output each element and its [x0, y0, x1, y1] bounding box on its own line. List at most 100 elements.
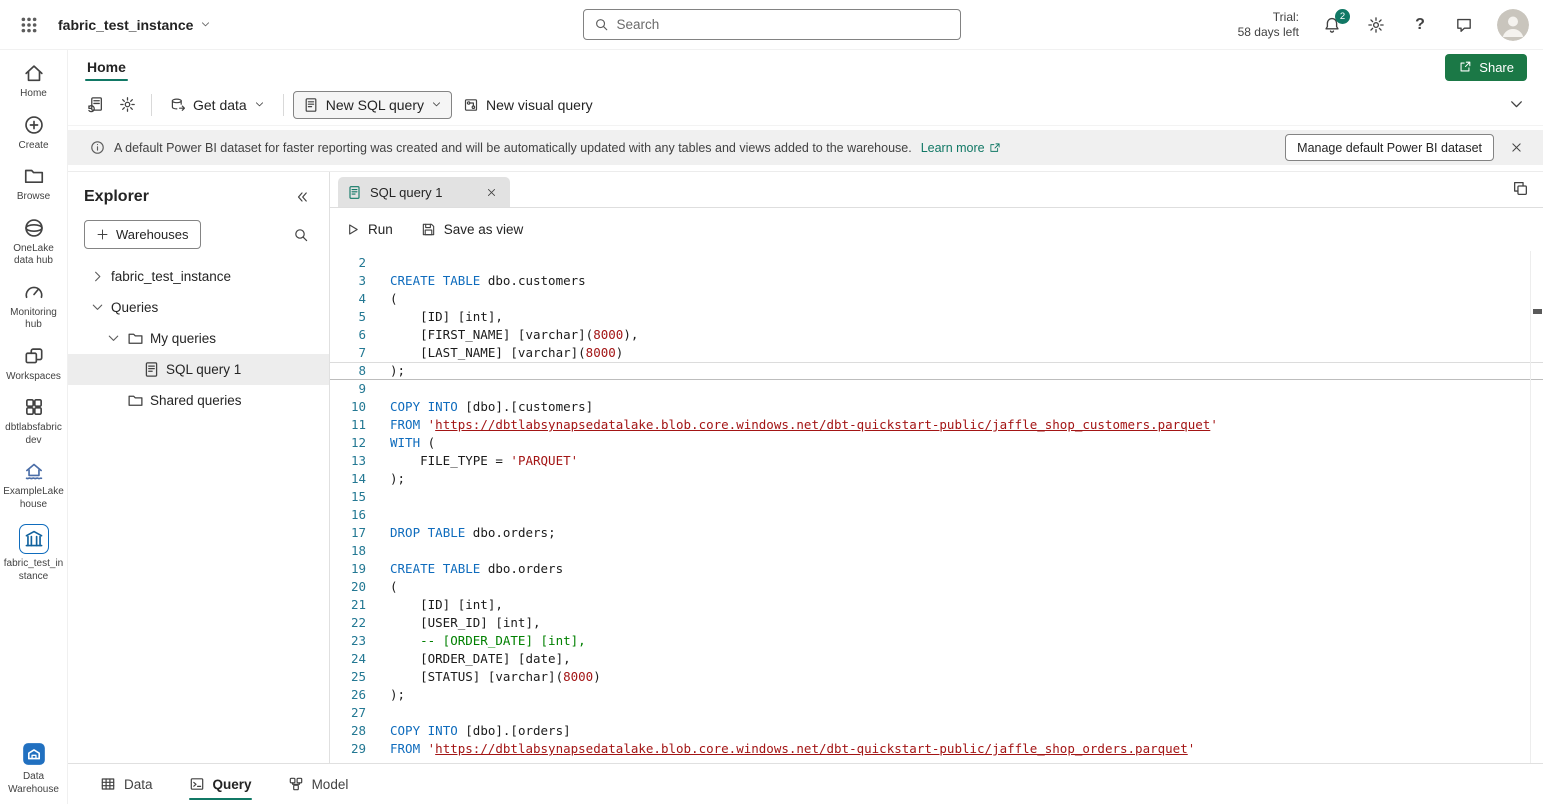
get-data-icon [170, 97, 186, 113]
folder-icon [127, 330, 144, 347]
tree-item-fabric-test-instance[interactable]: fabric_test_instance [68, 261, 329, 292]
info-icon [90, 140, 105, 155]
rail-item-workspaces[interactable]: Workspaces [1, 345, 67, 384]
lakehouse-icon [23, 460, 45, 482]
code-line-6: 6 [FIRST_NAME] [varchar](8000), [330, 326, 1543, 344]
home-icon [23, 62, 45, 84]
save-as-view-button[interactable]: Save as view [421, 222, 524, 237]
chevron-down-icon[interactable] [90, 300, 105, 315]
code-lines: 23CREATE TABLE dbo.customers4(5 [ID] [in… [330, 254, 1543, 758]
new-sql-query-button[interactable]: New SQL query [293, 91, 452, 119]
plus-icon [96, 228, 109, 241]
code-line-3: 3CREATE TABLE dbo.customers [330, 272, 1543, 290]
search-input[interactable] [617, 17, 950, 32]
new-visual-query-button[interactable]: New visual query [454, 92, 602, 118]
copy-button[interactable] [1512, 180, 1529, 200]
tree-item-shared-queries[interactable]: Shared queries [68, 385, 329, 416]
toolbar-divider [283, 94, 284, 116]
explorer-search-button[interactable] [289, 223, 313, 247]
fabric-app: fabric_test_instance Trial: 58 days left… [0, 0, 1543, 804]
run-button[interactable]: Run [345, 222, 393, 237]
chevron-down-icon [431, 99, 442, 110]
notification-badge: 2 [1335, 9, 1350, 24]
global-search [583, 9, 961, 40]
chevron-right-icon[interactable] [90, 269, 105, 284]
new-report-button[interactable] [80, 90, 110, 120]
rail-item-browse[interactable]: Browse [1, 165, 67, 204]
code-line-15: 15 [330, 488, 1543, 506]
account-avatar[interactable] [1497, 9, 1529, 41]
code-line-14: 14); [330, 470, 1543, 488]
add-warehouses-button[interactable]: Warehouses [84, 220, 201, 249]
get-data-button[interactable]: Get data [161, 92, 274, 118]
bottom-tab-model[interactable]: Model [288, 764, 349, 804]
learn-more-link[interactable]: Learn more [921, 141, 1001, 155]
ribbon-collapse-icon [1508, 96, 1525, 113]
code-line-27: 27 [330, 704, 1543, 722]
feedback-button[interactable] [1453, 14, 1475, 36]
code-line-24: 24 [ORDER_DATE] [date], [330, 650, 1543, 668]
waffle-icon [20, 16, 38, 34]
code-line-18: 18 [330, 542, 1543, 560]
gear-icon [1367, 16, 1385, 34]
code-line-17: 17DROP TABLE dbo.orders; [330, 524, 1543, 542]
explorer-tree: fabric_test_instanceQueriesMy queriesSQL… [68, 261, 329, 416]
editor-scrollbar[interactable] [1530, 251, 1543, 763]
rail-item-examplelakehouse[interactable]: ExampleLakehouse [1, 460, 67, 511]
new-visual-query-label: New visual query [486, 97, 593, 113]
settings-button[interactable] [1365, 14, 1387, 36]
run-label: Run [368, 222, 393, 237]
code-line-9: 9 [330, 380, 1543, 398]
rail-item-create[interactable]: Create [1, 114, 67, 153]
app-launcher-button[interactable] [14, 10, 44, 40]
rail-item-data-warehouse[interactable]: Data Warehouse [1, 741, 67, 796]
warehouse-settings-button[interactable] [112, 90, 142, 120]
code-line-2: 2 [330, 254, 1543, 272]
code-line-19: 19CREATE TABLE dbo.orders [330, 560, 1543, 578]
notifications-button[interactable]: 2 [1321, 14, 1343, 36]
code-line-5: 5 [ID] [int], [330, 308, 1543, 326]
trial-value: 58 days left [1238, 25, 1299, 40]
workspace-title[interactable]: fabric_test_instance [58, 17, 211, 33]
tree-item-sql-query-1[interactable]: SQL query 1 [68, 354, 329, 385]
rail-item-home[interactable]: Home [1, 62, 67, 101]
tree-item-my-queries[interactable]: My queries [68, 323, 329, 354]
code-line-10: 10COPY INTO [dbo].[customers] [330, 398, 1543, 416]
share-button[interactable]: Share [1445, 54, 1527, 81]
rail-item-dbtlabsfabricdev[interactable]: dbtlabsfabricdev [1, 396, 67, 447]
scroll-position-marker [1533, 309, 1542, 314]
bottom-tab-query[interactable]: Query [189, 764, 252, 804]
close-icon [486, 187, 497, 198]
query-tab[interactable]: SQL query 1 [338, 177, 510, 207]
rail-item-onelake-data-hub[interactable]: OneLake data hub [1, 217, 67, 268]
help-button[interactable]: ? [1409, 14, 1431, 36]
warehouse-icon [19, 524, 49, 554]
new-report-icon [87, 96, 104, 113]
code-line-20: 20( [330, 578, 1543, 596]
ribbon-tab-home[interactable]: Home [84, 52, 129, 82]
banner-close-button[interactable] [1503, 135, 1529, 161]
collapse-ribbon-button[interactable] [1501, 90, 1531, 120]
rail-item-fabric-test-instance[interactable]: fabric_test_instance [1, 524, 67, 583]
tree-item-queries[interactable]: Queries [68, 292, 329, 323]
trial-label: Trial: [1238, 10, 1299, 25]
settings-gear-icon [119, 96, 136, 113]
collapse-explorer-button[interactable] [291, 186, 313, 208]
bottom-tab-data[interactable]: Data [100, 764, 153, 804]
code-line-8: 8); [330, 362, 1543, 380]
code-line-25: 25 [STATUS] [varchar](8000) [330, 668, 1543, 686]
code-line-22: 22 [USER_ID] [int], [330, 614, 1543, 632]
help-icon: ? [1415, 17, 1425, 33]
code-line-29: 29FROM 'https://dbtlabsynapsedatalake.bl… [330, 740, 1543, 758]
chevron-down-icon [200, 19, 211, 30]
trial-status[interactable]: Trial: 58 days left [1238, 10, 1299, 40]
code-editor[interactable]: 23CREATE TABLE dbo.customers4(5 [ID] [in… [330, 251, 1543, 763]
chevron-down-icon[interactable] [106, 331, 121, 346]
new-sql-query-icon [303, 97, 319, 113]
code-line-21: 21 [ID] [int], [330, 596, 1543, 614]
manage-dataset-button[interactable]: Manage default Power BI dataset [1285, 134, 1494, 161]
chevron-spacer [122, 362, 137, 377]
rail-item-monitoring-hub[interactable]: Monitoring hub [1, 281, 67, 332]
tab-close-button[interactable] [481, 182, 501, 202]
workspaces-icon [23, 345, 45, 367]
